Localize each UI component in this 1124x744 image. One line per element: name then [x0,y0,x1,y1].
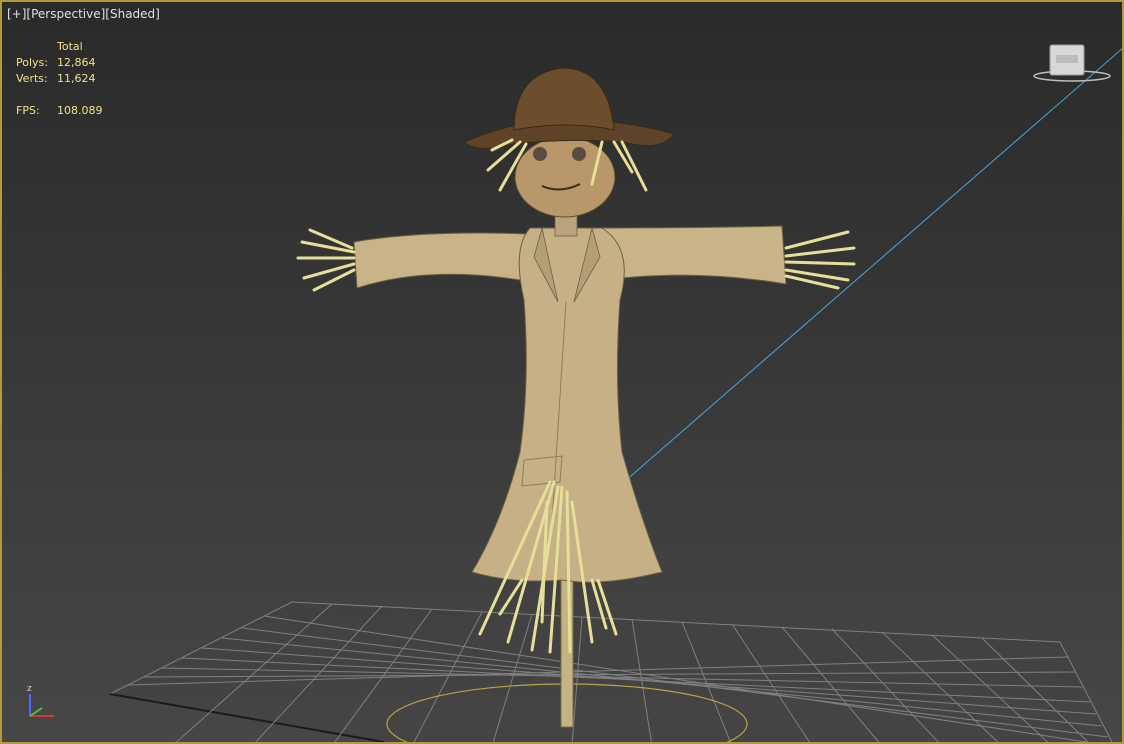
viewport-shading-menu[interactable]: [Shaded] [105,7,160,21]
fps-label: FPS: [16,104,40,117]
axis-tripod-icon: z [27,684,54,717]
viewport-pov-menu[interactable]: [Perspective] [26,7,105,21]
verts-label: Verts: [16,72,48,85]
polys-label: Polys: [16,56,48,69]
axis-z-label: z [27,684,32,694]
stats-header: Total [57,40,83,53]
perspective-viewport[interactable]: z [+][Perspective][Shaded] Total Polys: 1… [0,0,1124,744]
scarecrow-model[interactable] [353,67,787,583]
fps-value: 108.089 [57,104,103,117]
polys-value: 12,864 [57,56,96,69]
verts-value: 11,624 [57,72,96,85]
scene-canvas[interactable]: z [2,2,1124,744]
viewport-plus-menu[interactable]: [+] [7,7,26,21]
viewcube-icon[interactable] [1032,42,1112,87]
viewport-label-menu: [+][Perspective][Shaded] [7,7,160,21]
